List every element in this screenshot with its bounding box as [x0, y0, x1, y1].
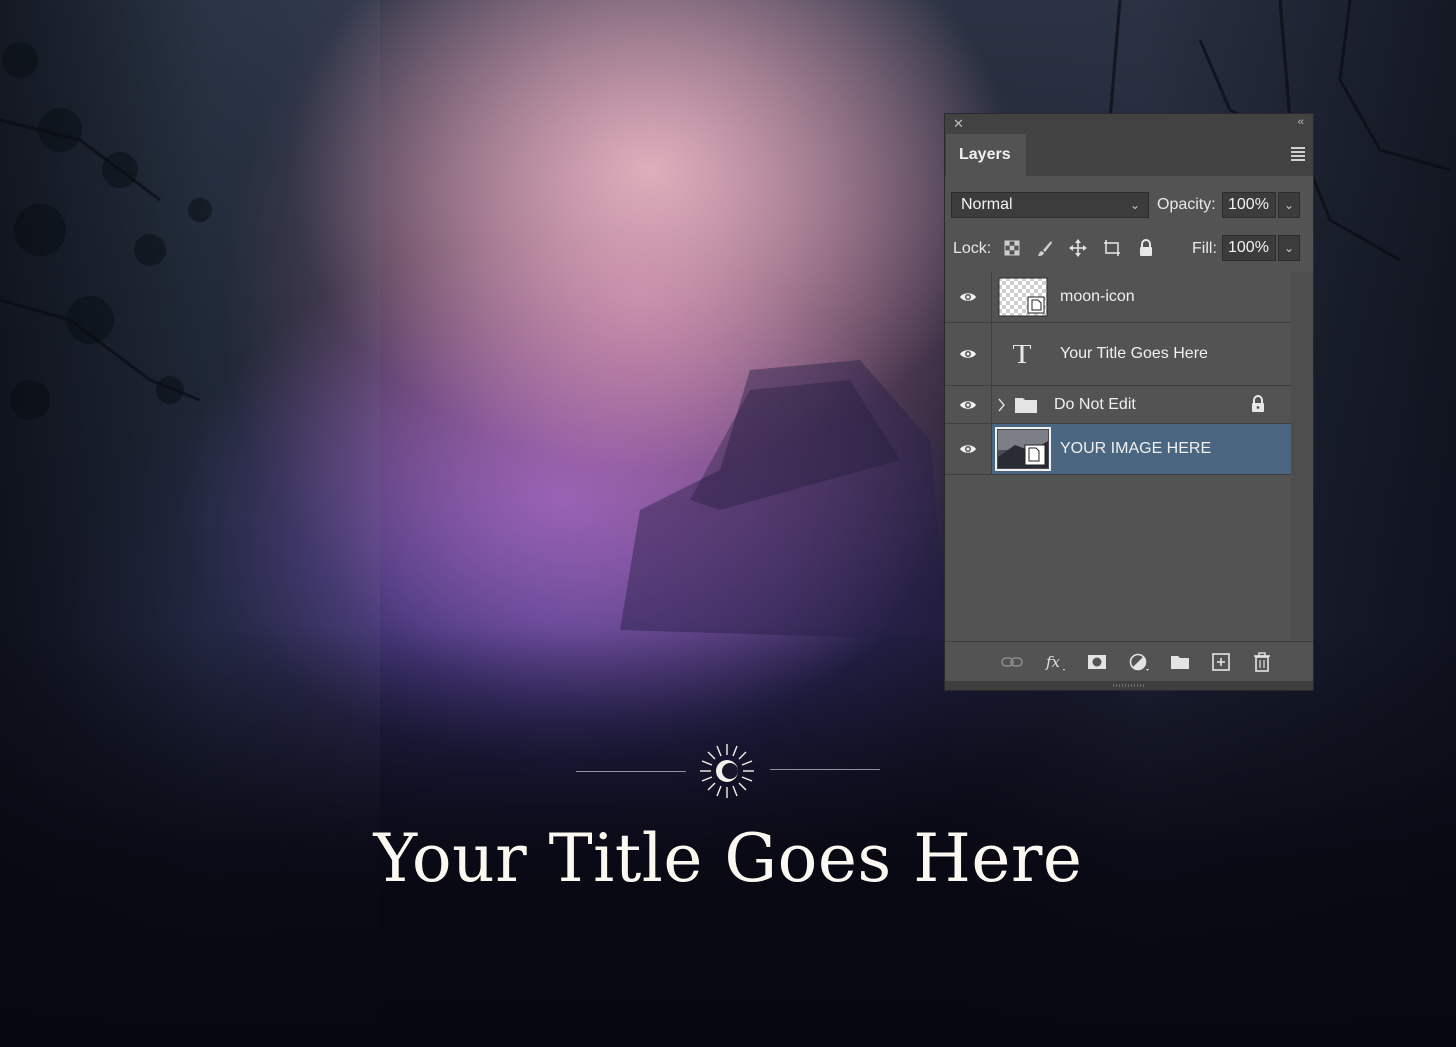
opacity-field[interactable]: 100%: [1222, 192, 1276, 218]
layer-row-moon-icon[interactable]: moon-icon: [945, 272, 1291, 323]
adjustment-layer-icon[interactable]: [1128, 652, 1150, 672]
visibility-toggle[interactable]: [945, 424, 992, 474]
fx-icon[interactable]: fx: [1044, 652, 1066, 672]
new-layer-icon[interactable]: [1210, 652, 1232, 672]
close-icon[interactable]: ✕: [953, 116, 964, 132]
layer-name: Do Not Edit: [1054, 396, 1136, 413]
chevron-right-icon[interactable]: [998, 398, 1006, 412]
text-layer-icon: [1013, 345, 1031, 363]
lock-artboard-icon[interactable]: [1102, 238, 1122, 258]
fill-dropdown-icon[interactable]: ⌄: [1278, 235, 1300, 261]
layers-panel[interactable]: ✕ ‹‹ Layers Normal ⌄ Opacity: 100% ⌄ Loc…: [944, 113, 1314, 691]
fill-label: Fill:: [1192, 240, 1217, 257]
blend-mode-select[interactable]: Normal ⌄: [951, 192, 1149, 218]
eye-icon[interactable]: [959, 291, 977, 303]
delete-layer-icon[interactable]: [1251, 652, 1273, 672]
layers-scrollbar[interactable]: [1291, 272, 1313, 640]
folder-icon: [1015, 398, 1037, 413]
poster-title: Your Title Goes Here: [373, 820, 1083, 897]
layer-name: Your Title Goes Here: [1060, 345, 1208, 362]
sun-moon-icon: [700, 744, 754, 798]
opacity-label: Opacity:: [1157, 196, 1216, 213]
layers-list: moon-icon Your Title Goes Here Do Not Ed…: [945, 272, 1313, 640]
add-mask-icon[interactable]: [1086, 652, 1108, 672]
lock-label: Lock:: [953, 240, 992, 257]
lock-position-icon[interactable]: [1068, 238, 1088, 258]
blend-mode-value: Normal: [961, 196, 1013, 213]
new-group-icon[interactable]: [1169, 652, 1191, 672]
layer-row-title-text[interactable]: Your Title Goes Here: [945, 323, 1291, 386]
image-thumbnail-icon: [995, 427, 1051, 471]
layer-row-image[interactable]: YOUR IMAGE HERE: [945, 424, 1291, 475]
emblem-rule-right: [770, 769, 880, 770]
chevron-down-icon: ⌄: [1129, 198, 1140, 212]
lock-all-icon[interactable]: [1136, 238, 1156, 258]
lock-transparent-pixels-icon[interactable]: [1002, 238, 1022, 258]
visibility-toggle[interactable]: [945, 272, 992, 322]
eye-icon[interactable]: [959, 399, 977, 411]
panel-titlebar[interactable]: ✕ ‹‹: [945, 114, 1313, 134]
layer-name: moon-icon: [1060, 288, 1135, 305]
tab-layers[interactable]: Layers: [946, 134, 1026, 176]
visibility-toggle[interactable]: [945, 323, 992, 385]
panel-menu-icon[interactable]: [1291, 147, 1305, 163]
link-layers-icon[interactable]: [1001, 652, 1023, 672]
layer-body[interactable]: Your Title Goes Here: [992, 323, 1291, 385]
eye-icon[interactable]: [959, 443, 977, 455]
opacity-dropdown-icon[interactable]: ⌄: [1278, 192, 1300, 218]
eye-icon[interactable]: [959, 348, 977, 360]
visibility-toggle[interactable]: [945, 386, 992, 423]
panel-footer: fx: [945, 641, 1313, 682]
panel-resize-grip[interactable]: [945, 681, 1313, 690]
emblem-rule-left: [576, 771, 686, 772]
layer-body[interactable]: Do Not Edit: [992, 386, 1291, 423]
layer-name: YOUR IMAGE HERE: [1060, 440, 1212, 457]
smart-object-thumbnail-icon: [998, 277, 1048, 317]
layer-body[interactable]: moon-icon: [992, 272, 1291, 322]
panel-tab-row: Layers: [945, 134, 1313, 176]
collapse-panel-icon[interactable]: ‹‹: [1298, 116, 1304, 128]
svg-text:fx: fx: [1045, 653, 1061, 671]
emblem: [576, 740, 880, 800]
layer-lock-icon: [1252, 395, 1264, 412]
fill-field[interactable]: 100%: [1222, 235, 1276, 261]
layer-row-group[interactable]: Do Not Edit: [945, 386, 1291, 424]
layer-body[interactable]: YOUR IMAGE HERE: [992, 424, 1291, 474]
lock-image-pixels-icon[interactable]: [1035, 238, 1055, 258]
